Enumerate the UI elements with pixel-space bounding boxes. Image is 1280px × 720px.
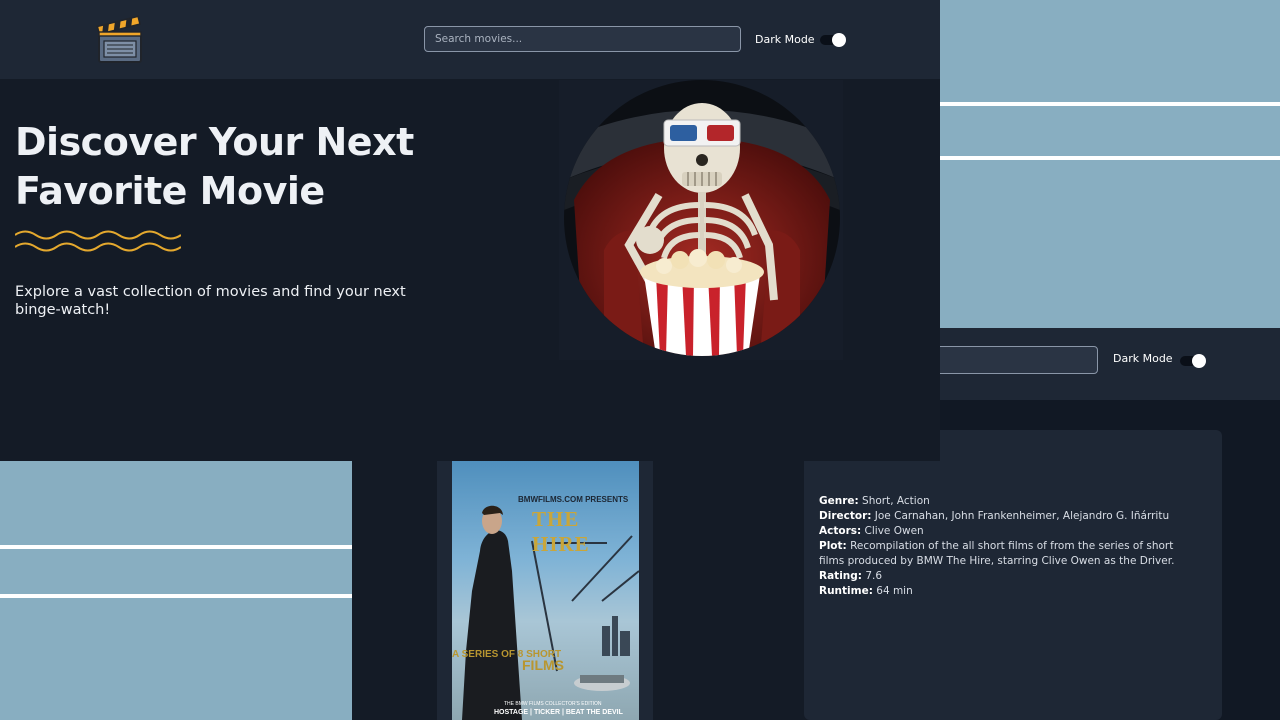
decorative-stripe [0,594,352,598]
detail-row: Actors: Clive Owen [819,524,1199,539]
main-window: Dark Mode Discover Your Next Favorite Mo… [0,0,940,461]
background-dark-mode-label: Dark Mode [1113,352,1173,365]
poster-edition-text: THE BMW FILMS COLLECTOR'S EDITION [504,701,602,707]
hero-title: Discover Your Next Favorite Movie [15,120,414,213]
search-input[interactable] [424,26,741,52]
header: Dark Mode [0,0,940,79]
clapperboard-icon[interactable] [96,15,144,65]
movie-poster-card[interactable]: BMWFILMS.COM PRESENTS THE HIRE A SERIES … [437,461,653,720]
detail-row: Plot: Recompilation of the all short fil… [819,539,1199,569]
detail-label: Genre: [819,495,859,507]
decorative-stripe [940,156,1280,160]
detail-value: Clive Owen [861,525,924,537]
detail-row: Runtime: 64 min [819,584,1199,599]
background-search-input[interactable] [936,346,1098,374]
skeleton-popcorn-illustration-icon [564,80,840,356]
detail-row: Director: Joe Carnahan, John Frankenheim… [819,509,1199,524]
detail-value: Short, Action [858,495,930,507]
detail-row: Genre: Short, Action [819,494,1199,509]
detail-label: Runtime: [819,585,873,597]
detail-value: Joe Carnahan, John Frankenheimer, Alejan… [871,510,1170,522]
hero-image [564,80,840,356]
movie-details-card: Genre: Short, Action Director: Joe Carnah… [804,430,1222,720]
detail-value: 64 min [872,585,913,597]
dark-mode-toggle[interactable] [820,33,846,47]
background-panel-left [0,461,352,720]
poster-presenter-text: BMWFILMS.COM PRESENTS [518,495,629,504]
toggle-knob [832,33,846,47]
detail-value: 7.6 [861,570,883,582]
detail-row: Rating: 7.6 [819,569,1199,584]
movie-poster[interactable]: BMWFILMS.COM PRESENTS THE HIRE A SERIES … [452,461,639,720]
detail-label: Rating: [819,570,862,582]
hero-subtitle: Explore a vast collection of movies and … [15,284,406,318]
decorative-stripe [0,545,352,549]
poster-films-text: FILMS [522,657,564,673]
toggle-knob [1192,354,1206,368]
detail-value: Recompilation of the all short films of … [819,540,1175,567]
background-panel-right [940,0,1280,328]
background-dark-mode-toggle[interactable] [1180,354,1206,368]
movie-details-list: Genre: Short, Action Director: Joe Carnah… [819,494,1199,599]
background-header: Dark Mode [936,328,1280,400]
detail-label: Plot: [819,540,847,552]
detail-label: Actors: [819,525,862,537]
poster-films-list: HOSTAGE | TICKER | BEAT THE DEVIL [494,709,623,716]
detail-label: Director: [819,510,872,522]
poster-title: THE HIRE [532,507,590,556]
wave-divider [15,230,181,252]
decorative-stripe [940,102,1280,106]
dark-mode-label: Dark Mode [755,33,815,46]
